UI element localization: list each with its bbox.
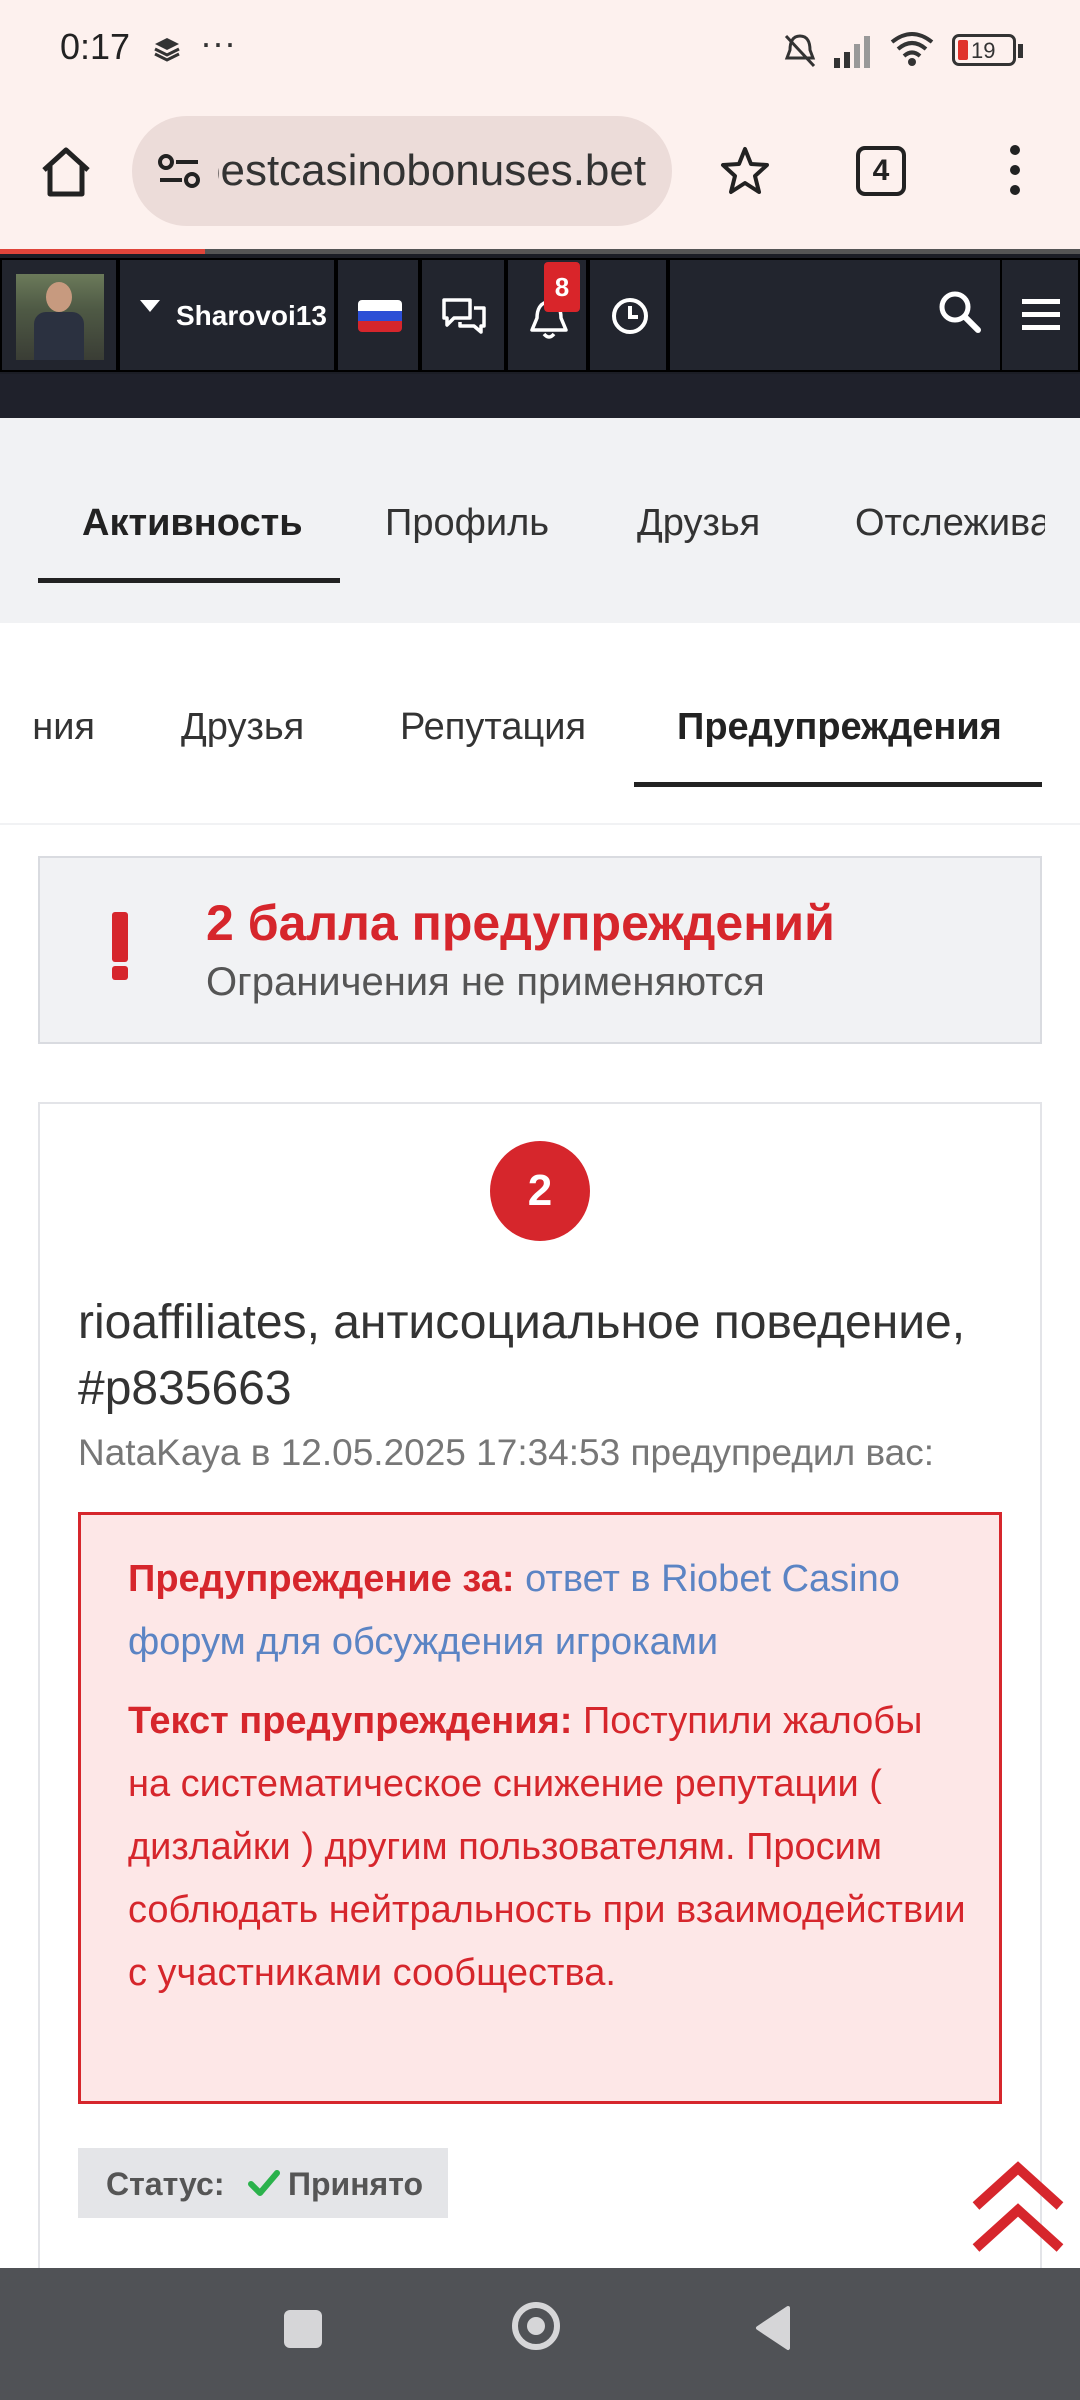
subtab-warnings[interactable]: Предупреждения — [677, 706, 1002, 749]
recents-button[interactable] — [284, 2310, 322, 2348]
layers-icon — [154, 38, 180, 62]
clock-icon — [612, 298, 648, 334]
tab-profile[interactable]: Профиль — [385, 502, 549, 545]
warning-points-circle: 2 — [490, 1141, 590, 1241]
username[interactable]: Sharovoi13 — [176, 300, 327, 332]
warning-title: rioaffiliates, антисоциальное поведение,… — [78, 1290, 1018, 1422]
status-time: 0:17 — [60, 26, 131, 67]
warning-text-label: Текст предупреждения: — [128, 1700, 573, 1742]
checkmark-icon — [248, 2170, 280, 2196]
exclamation-icon — [112, 912, 128, 962]
back-button[interactable] — [752, 2304, 792, 2352]
reason-label: Предупреждение за: — [128, 1558, 515, 1600]
subtab-clipped[interactable]: ния — [0, 706, 95, 749]
address-bar[interactable]: bestcasinobonuses.bet — [132, 116, 672, 226]
notification-count-badge: 8 — [544, 262, 580, 312]
url-value: bestcasinobonuses.bet — [218, 146, 647, 195]
messages-button[interactable] — [420, 258, 506, 372]
tab-following[interactable]: Отслежива — [855, 502, 1045, 545]
russia-flag-icon — [358, 300, 402, 332]
url-text[interactable]: bestcasinobonuses.bet — [218, 146, 658, 196]
avatar-face — [46, 282, 72, 312]
status-badge: Статус: Принято — [78, 2148, 448, 2218]
battery-level: 19 — [971, 38, 996, 63]
more-status-icon: ··· — [200, 22, 236, 63]
divider — [0, 823, 1080, 825]
home-icon[interactable] — [36, 142, 96, 202]
hamburger-button[interactable] — [1000, 258, 1080, 372]
language-button[interactable] — [336, 258, 420, 372]
tab-switcher-button[interactable]: 4 — [856, 146, 906, 196]
tab-friends[interactable]: Друзья — [637, 502, 760, 545]
tab-activity[interactable]: Активность — [82, 502, 303, 545]
status-value: Принято — [288, 2166, 424, 2202]
chat-bubbles-icon — [442, 298, 486, 334]
warning-text: Текст предупреждения: Поступили жалобы н… — [128, 1690, 968, 2005]
active-subtab-underline — [634, 782, 1042, 787]
warning-reason: Предупреждение за: ответ в Riobet Casino… — [128, 1548, 968, 1674]
history-button[interactable] — [588, 258, 668, 372]
home-nav-button[interactable] — [512, 2302, 560, 2350]
warning-author-link[interactable]: rioaffiliates — [78, 1296, 307, 1349]
battery-icon: 19 — [952, 34, 1016, 66]
avatar[interactable] — [16, 274, 104, 360]
warning-points-title: 2 балла предупреждений — [206, 895, 835, 951]
hamburger-icon — [1022, 299, 1060, 330]
status-label: Статус: — [106, 2166, 225, 2202]
search-icon[interactable] — [936, 288, 982, 334]
user-menu[interactable]: Sharovoi13 — [118, 258, 336, 372]
subtab-reputation[interactable]: Репутация — [400, 706, 586, 749]
signal-icon — [834, 36, 870, 68]
exclamation-dot — [112, 966, 128, 980]
avatar-cell[interactable] — [0, 258, 118, 372]
bookmark-star-icon[interactable] — [718, 144, 772, 198]
warning-points-subtitle: Ограничения не применяются — [206, 960, 765, 1004]
active-tab-underline — [38, 578, 340, 583]
site-settings-icon[interactable] — [154, 146, 204, 196]
avatar-body — [34, 312, 84, 360]
nav-sub-band — [0, 374, 1080, 418]
scroll-to-top-icon[interactable] — [968, 2160, 1068, 2260]
subtab-friends[interactable]: Друзья — [181, 706, 304, 749]
warning-text-body: Поступили жалобы на систематическое сниж… — [128, 1700, 966, 1994]
notifications-button[interactable]: 8 — [506, 258, 588, 372]
menu-dots-icon[interactable] — [1000, 140, 1030, 200]
wifi-icon — [890, 32, 934, 66]
mute-bell-icon — [784, 34, 816, 68]
caret-down-icon — [140, 300, 160, 312]
battery-tip — [1018, 44, 1023, 58]
warning-meta: NataKaya в 12.05.2025 17:34:53 предупред… — [78, 1432, 935, 1473]
